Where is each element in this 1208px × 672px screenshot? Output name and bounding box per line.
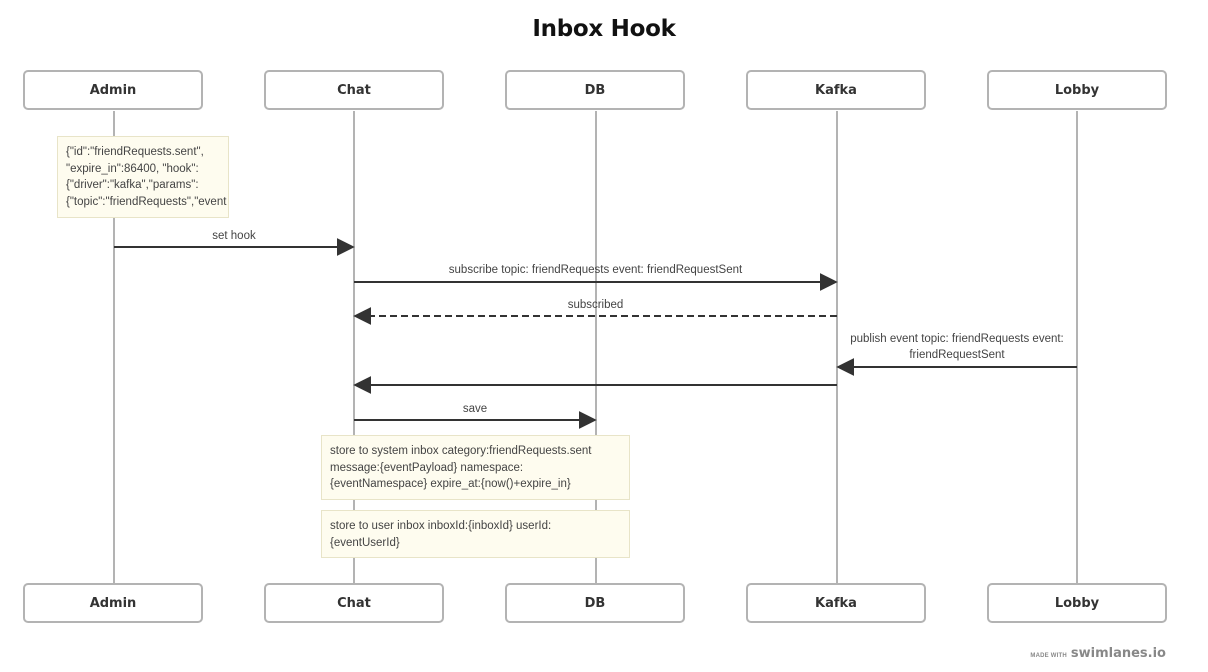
actor-label: Chat <box>337 82 371 98</box>
actor-chat-bottom: Chat <box>264 583 444 623</box>
note-line: {eventUserId} <box>330 536 400 549</box>
made-with-label: MADE WITH <box>1030 653 1067 659</box>
actor-label: Lobby <box>1054 82 1100 98</box>
actor-kafka-bottom: Kafka <box>746 583 926 623</box>
message-label-line: friendRequestSent <box>909 349 1005 361</box>
actor-db-bottom: DB <box>505 583 685 623</box>
actor-kafka-top: Kafka <box>746 70 926 110</box>
note-line: {eventNamespace} expire_at:{now()+expire… <box>330 478 571 490</box>
message-label-save: save <box>462 403 488 415</box>
actor-label: DB <box>584 82 606 98</box>
message-label-subscribed: subscribed <box>567 299 624 311</box>
actor-chat-top: Chat <box>264 70 444 110</box>
actor-label: Admin <box>89 595 137 611</box>
actor-label: Chat <box>337 595 371 611</box>
brand-link[interactable]: swimlanes.io <box>1071 646 1166 661</box>
message-label-line: publish event topic: friendRequests even… <box>850 333 1064 345</box>
message-label-publish-event: publish event topic: friendRequests even… <box>837 331 1077 363</box>
note-line: message:{eventPayload} namespace: <box>330 461 524 474</box>
note-line: store to system inbox category:friendReq… <box>330 445 592 457</box>
message-label-subscribe: subscribe topic: friendRequests event: f… <box>448 264 743 276</box>
actor-lobby-bottom: Lobby <box>987 583 1167 623</box>
note-line: {"driver":"kafka","params": <box>66 179 199 191</box>
message-label-set-hook: set hook <box>212 230 256 242</box>
note-line: {"topic":"friendRequests","event <box>66 195 227 208</box>
note-hook-config: {"id":"friendRequests.sent", "expire_in"… <box>57 136 229 218</box>
actor-db-top: DB <box>505 70 685 110</box>
actor-label: DB <box>584 595 606 611</box>
actor-lobby-top: Lobby <box>987 70 1167 110</box>
actor-label: Admin <box>89 82 137 98</box>
note-line: store to user inbox inboxId:{inboxId} us… <box>330 520 552 532</box>
made-with-footer[interactable]: MADE WITH swimlanes.io <box>1030 646 1166 661</box>
actor-admin-top: Admin <box>23 70 203 110</box>
actor-admin-bottom: Admin <box>23 583 203 623</box>
note-system-inbox: store to system inbox category:friendReq… <box>321 435 630 500</box>
note-line: "expire_in":86400, "hook": <box>66 162 199 175</box>
actor-label: Lobby <box>1054 595 1100 611</box>
note-user-inbox: store to user inbox inboxId:{inboxId} us… <box>321 510 630 558</box>
note-line: {"id":"friendRequests.sent", <box>66 146 204 158</box>
actor-label: Kafka <box>815 595 857 611</box>
actor-label: Kafka <box>815 82 857 98</box>
